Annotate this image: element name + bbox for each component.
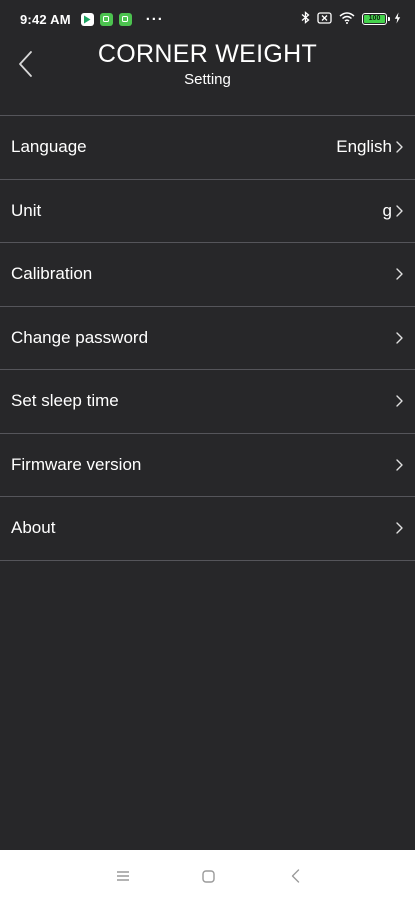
status-right: 100 [301,11,401,27]
bluetooth-icon [301,11,310,27]
menu-icon[interactable] [115,868,131,884]
chevron-right-icon [396,204,405,218]
row-value: g [382,200,392,220]
back-icon[interactable] [287,868,303,884]
page-subtitle: Setting [184,71,231,88]
app-notification-icon [99,12,113,26]
row-label: Change password [11,327,149,347]
battery-level: 100 [364,15,385,23]
settings-row-language[interactable]: Language English [0,116,415,180]
row-label: Calibration [11,264,93,284]
row-label: About [11,518,56,538]
app-notification-icon [118,12,132,26]
header: CORNER WEIGHT Setting [0,38,415,114]
chevron-right-icon [396,394,405,408]
settings-row-unit[interactable]: Unit g [0,180,415,243]
row-label: Set sleep time [11,391,119,411]
no-sim-icon [317,11,332,27]
chevron-right-icon [396,267,405,281]
row-label: Language [11,137,87,157]
row-label: Firmware version [11,454,142,474]
battery-icon: 100 [362,13,390,25]
chevron-right-icon [396,458,405,472]
status-bar: 9:42 AM ··· 100 [0,0,415,38]
status-left: 9:42 AM ··· [20,12,164,27]
play-store-icon [80,12,94,26]
status-time: 9:42 AM [20,11,71,27]
settings-row-change-password[interactable]: Change password [0,307,415,370]
chevron-right-icon [396,521,405,535]
system-nav-bar [0,850,415,900]
settings-row-sleep-time[interactable]: Set sleep time [0,370,415,434]
more-notifications-icon: ··· [145,10,164,28]
settings-row-firmware-version[interactable]: Firmware version [0,434,415,497]
wifi-icon [339,11,355,27]
settings-row-about[interactable]: About [0,497,415,561]
settings-list: Language English Unit g Calibration Chan… [0,115,415,561]
charging-icon [394,12,401,27]
home-icon[interactable] [200,868,216,884]
settings-row-calibration[interactable]: Calibration [0,243,415,307]
chevron-right-icon [396,140,405,154]
row-value: English [336,137,392,157]
row-label: Unit [11,200,42,220]
page-title: CORNER WEIGHT [97,40,318,68]
chevron-right-icon [396,331,405,345]
